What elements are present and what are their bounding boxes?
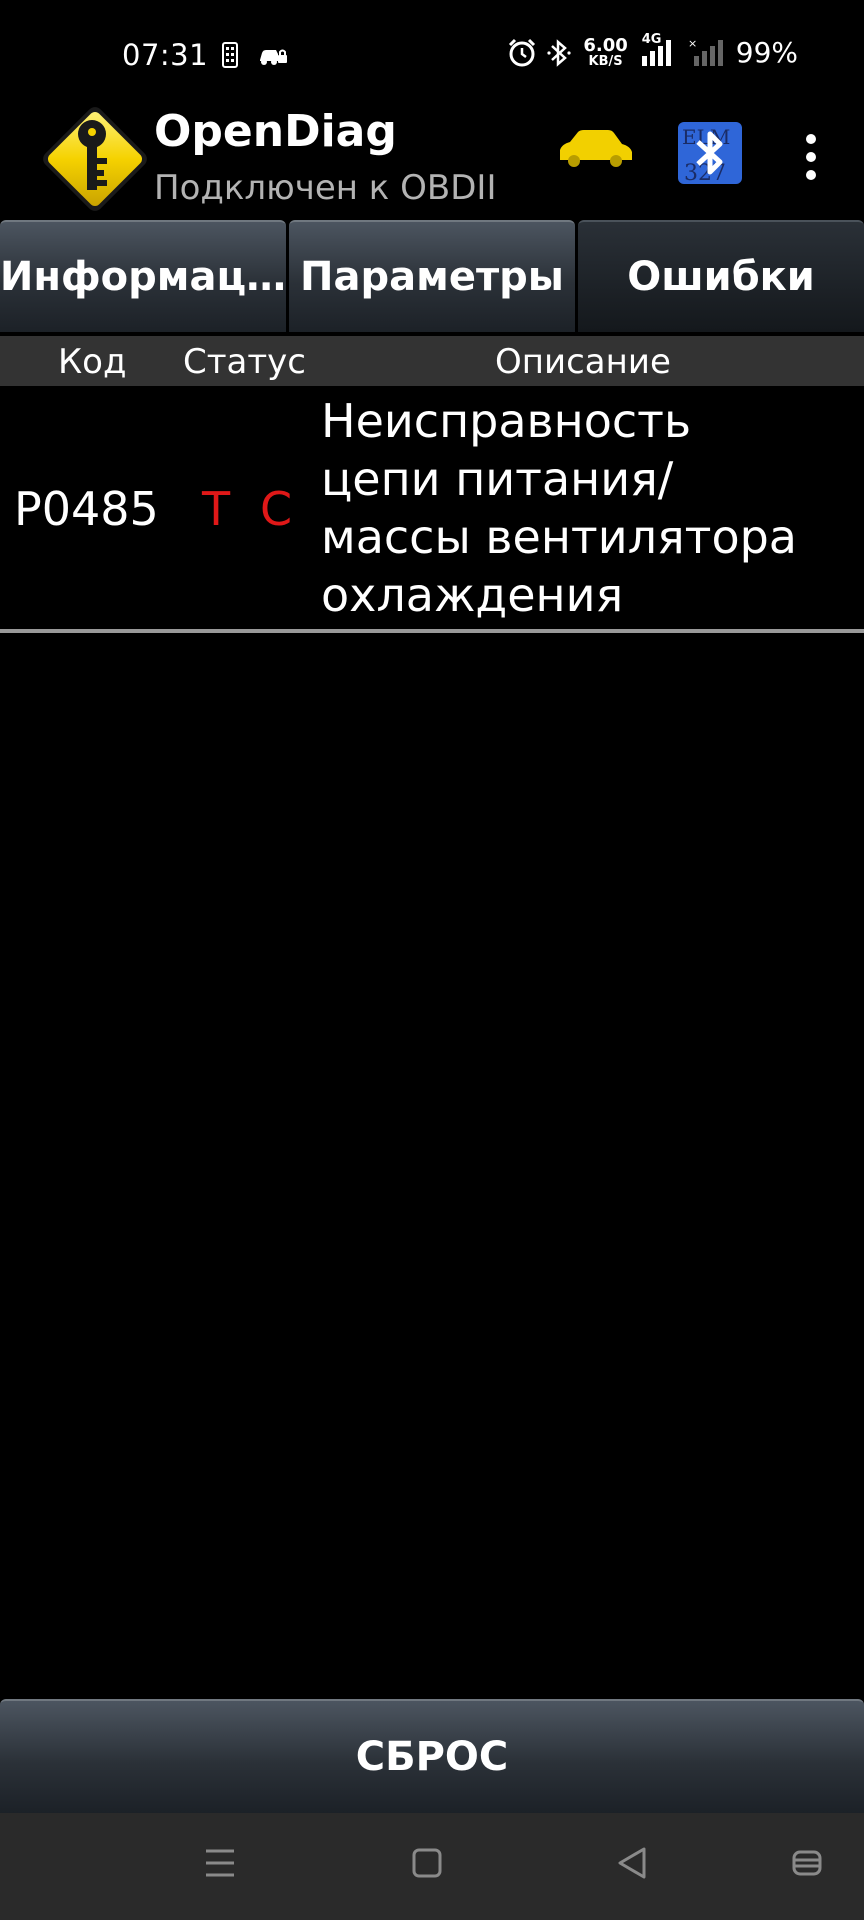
description-line: цепи питания/ [321,452,674,506]
error-code: P0485 [14,482,159,536]
overflow-menu-icon[interactable] [796,132,826,182]
bluetooth-icon [547,38,571,67]
navigation-bar [0,1813,864,1920]
status-right: 6.00 KB/S 4G × 99% [507,32,798,69]
alarm-icon [509,38,536,66]
assistant-nav-icon[interactable] [790,1843,824,1883]
tab-info[interactable]: Информац… [0,220,286,332]
action-bar: OpenDiag Подключен к OBDII ELM 327 [0,88,864,218]
reset-button[interactable]: СБРОС [0,1699,864,1813]
signal-4g: 4G [638,32,678,68]
column-header-description: Описание [495,342,671,382]
home-nav-icon[interactable] [411,1843,443,1883]
back-nav-icon[interactable] [616,1843,648,1883]
car-icon[interactable] [556,128,634,168]
tab-errors[interactable]: Ошибки [578,220,864,332]
row-divider [0,629,864,633]
column-header-code: Код [58,342,127,382]
table-row[interactable]: P0485 T C Неисправность цепи питания/ ма… [0,392,864,630]
net-speed: 6.00 KB/S [583,35,628,69]
sim-icon [222,42,238,68]
tab-parameters[interactable]: Параметры [289,220,575,332]
description-line: охлаждения [321,568,624,622]
svg-text:×: × [688,38,697,50]
status-flag-c: C [260,482,293,536]
screen: 07:31 6.00 KB/S 4G × 99% OpenDiag Подклю… [0,0,864,1920]
description-line: Неисправность [321,394,692,448]
connection-status: Подключен к OBDII [154,168,497,208]
car-lock-icon [260,49,287,65]
menu-nav-icon[interactable] [204,1843,236,1883]
opendiag-logo [43,107,147,211]
signal-off-icon: × [688,38,723,66]
status-time: 07:31 [122,38,209,72]
tab-bar: Информац… Параметры Ошибки [0,220,864,334]
net-speed-value: 6.00 [583,35,628,56]
description-line: массы вентилятора [321,510,797,564]
status-flag-t: T [202,482,231,536]
elm-label-top: ELM [682,125,730,149]
elm327-bluetooth-icon[interactable]: ELM 327 [678,122,742,184]
app-title: OpenDiag [154,106,397,157]
net-speed-unit: KB/S [588,54,623,69]
column-header-status: Статус [183,342,307,382]
table-header: Код Статус Описание [0,336,864,386]
error-description: Неисправность цепи питания/ массы вентил… [321,392,851,624]
signal-icon [641,39,671,66]
battery-level: 99% [735,36,798,69]
